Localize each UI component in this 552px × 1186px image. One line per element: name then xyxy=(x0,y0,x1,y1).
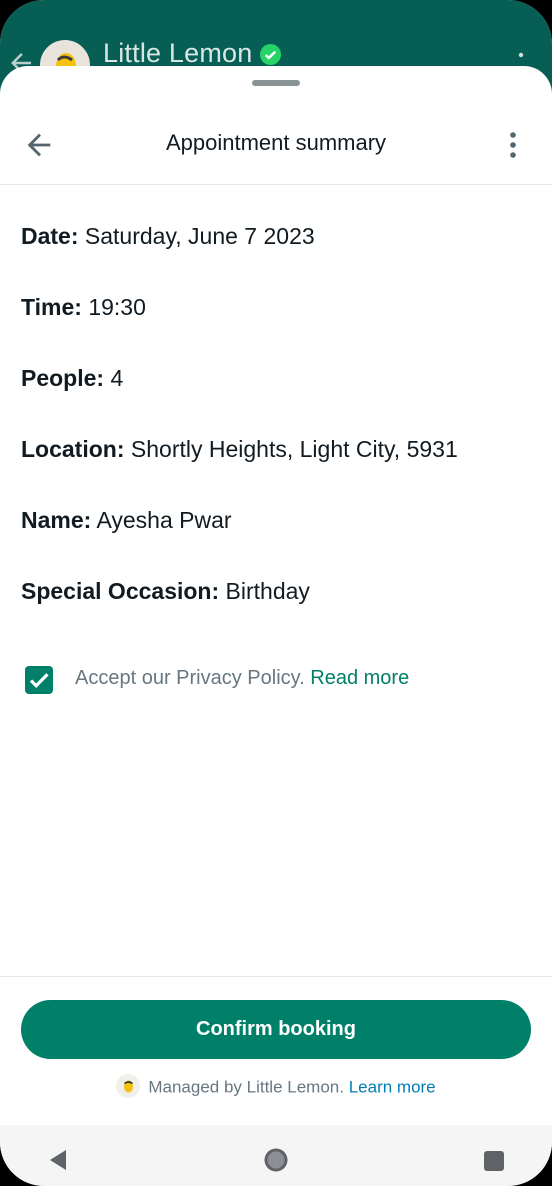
nav-back-icon[interactable] xyxy=(48,1149,68,1171)
detail-occasion: Special Occasion: Birthday xyxy=(21,576,541,647)
detail-location: Location: Shortly Heights, Light City, 5… xyxy=(21,434,541,505)
detail-value: Shortly Heights, Light City, 5931 xyxy=(130,436,458,462)
detail-value: Saturday, June 7 2023 xyxy=(84,223,315,249)
lemon-logo-icon xyxy=(116,1074,141,1098)
detail-label: Location: xyxy=(21,436,125,462)
detail-value: Birthday xyxy=(225,578,310,604)
checkmark-icon xyxy=(29,673,49,688)
read-more-link[interactable]: Read more xyxy=(310,667,409,689)
sheet-header: Appointment summary xyxy=(0,106,552,185)
detail-value: 19:30 xyxy=(88,294,146,320)
detail-label: People: xyxy=(21,365,105,391)
consent-label: Accept our Privacy Policy. xyxy=(75,667,305,689)
confirm-booking-button[interactable]: Confirm booking xyxy=(21,1000,531,1059)
detail-label: Time: xyxy=(21,294,82,320)
detail-time: Time: 19:30 xyxy=(21,292,541,363)
more-vert-icon[interactable] xyxy=(500,128,526,162)
consent-text: Accept our Privacy Policy. Read more xyxy=(75,667,409,690)
page-title: Appointment summary xyxy=(165,130,387,155)
nav-recents-icon[interactable] xyxy=(483,1150,505,1172)
detail-value: Ayesha Pwar xyxy=(96,507,232,533)
divider xyxy=(0,976,552,977)
privacy-consent: Accept our Privacy Policy. Read more xyxy=(25,666,525,696)
detail-label: Date: xyxy=(21,223,79,249)
detail-label: Special Occasion: xyxy=(21,578,220,604)
detail-date: Date: Saturday, June 7 2023 xyxy=(21,221,541,292)
learn-more-link[interactable]: Learn more xyxy=(349,1077,436,1096)
detail-people: People: 4 xyxy=(21,363,541,434)
privacy-checkbox[interactable] xyxy=(25,666,53,694)
drag-handle[interactable] xyxy=(252,80,300,86)
system-nav-bar xyxy=(0,1125,552,1186)
detail-value: 4 xyxy=(110,365,124,391)
appointment-sheet: Appointment summary Date: Saturday, June… xyxy=(0,66,552,1126)
managed-text: Managed by Little Lemon. xyxy=(148,1077,344,1097)
detail-label: Name: xyxy=(21,507,92,533)
phone-screen: Little Lemon Appointment summary Date: S… xyxy=(0,0,552,1186)
appointment-details: Date: Saturday, June 7 2023 Time: 19:30 … xyxy=(21,221,541,647)
managed-by-footer: Managed by Little Lemon. Learn more xyxy=(0,1074,552,1100)
chat-title: Little Lemon xyxy=(103,38,253,68)
detail-name: Name: Ayesha Pwar xyxy=(21,505,541,576)
verified-badge-icon xyxy=(259,43,282,66)
nav-home-icon[interactable] xyxy=(263,1147,289,1173)
